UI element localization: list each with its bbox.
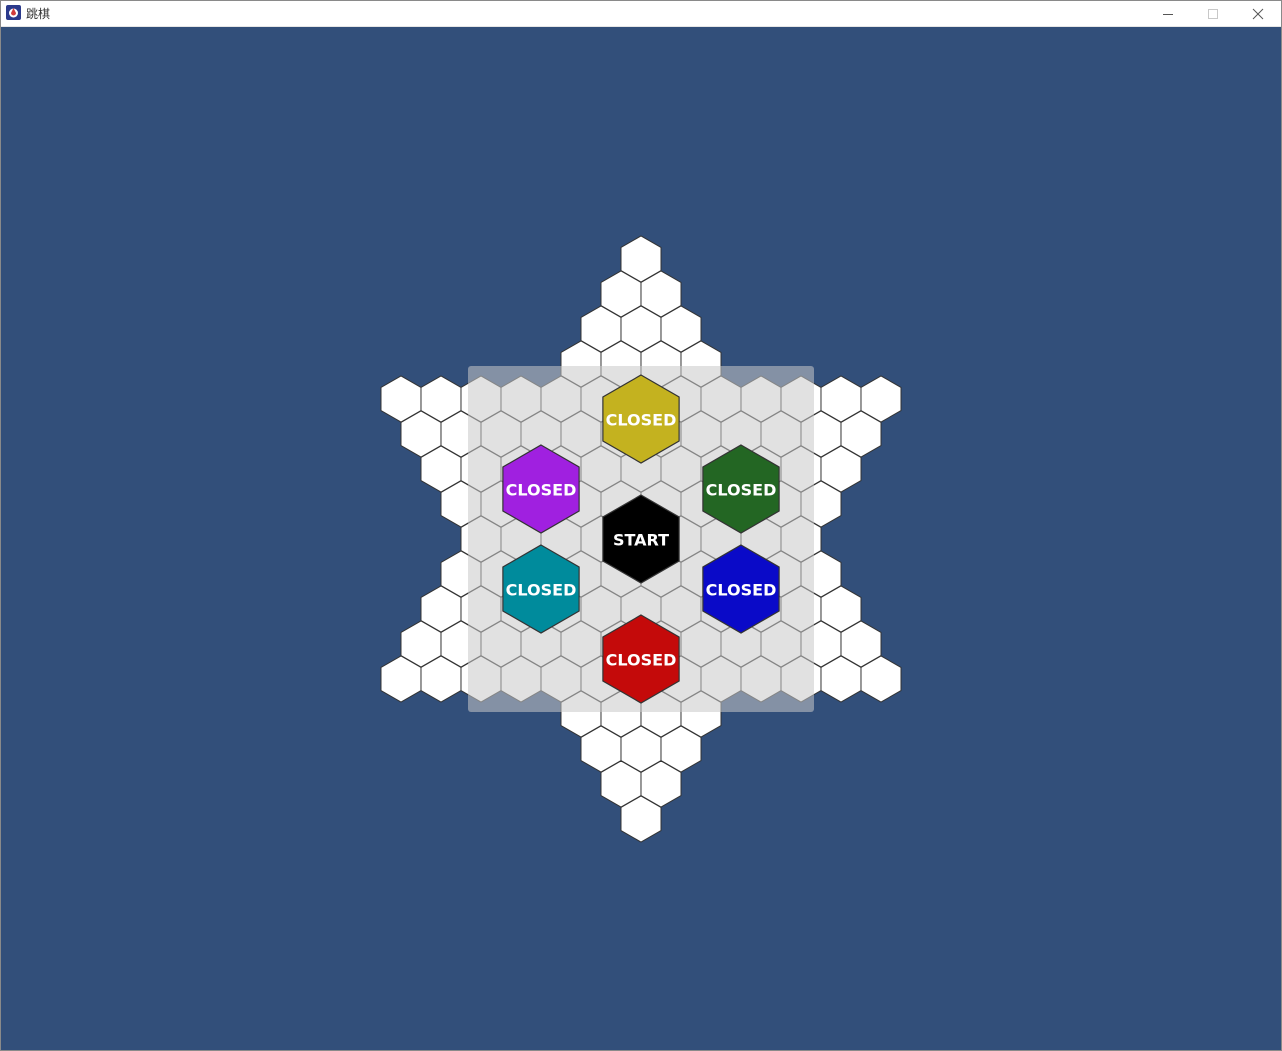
title-bar[interactable]: 跳棋 [1,1,1281,27]
star-board: CLOSED CLOSED CLOSED START CLOSED CLOSED CLOSE… [380,235,902,843]
close-icon [1252,8,1263,19]
menu-hex-label: CLOSED [706,481,777,500]
game-canvas[interactable]: CLOSED CLOSED CLOSED START CLOSED CLOSED CLOSE… [1,27,1281,1050]
app-icon [6,5,21,20]
minimize-button[interactable] [1145,1,1190,26]
close-button[interactable] [1235,1,1280,26]
window-title: 跳棋 [26,7,51,21]
maximize-button[interactable] [1190,1,1235,26]
menu-hex-label: CLOSED [606,411,677,430]
menu-hex-label: CLOSED [506,581,577,600]
menu-hex-label: CLOSED [506,481,577,500]
game-window: 跳棋 CLOSED CLOSED CLOSED START CLOSED CLOSED CL… [0,0,1282,1051]
menu-hex-label: CLOSED [606,651,677,670]
maximize-icon [1207,8,1218,19]
menu-hex-label: CLOSED [706,581,777,600]
menu-hex-label: START [613,531,669,550]
minimize-icon [1162,13,1173,15]
